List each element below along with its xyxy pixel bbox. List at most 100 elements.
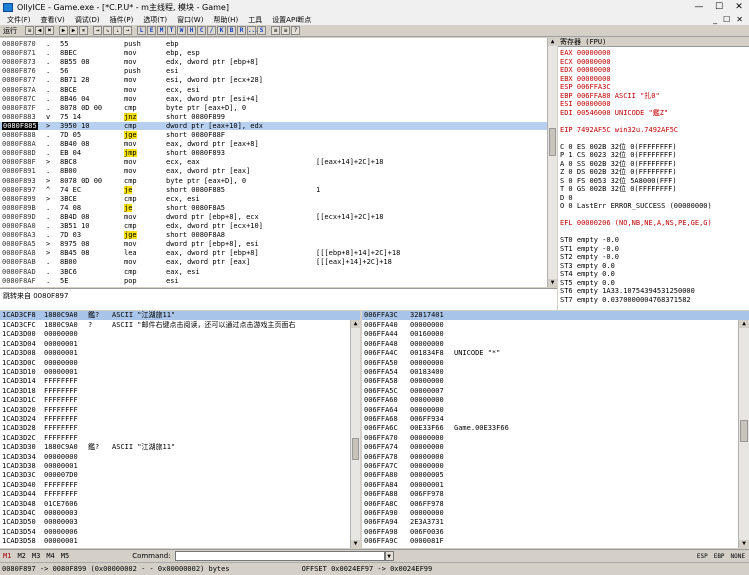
register-line[interactable]: ST7 empty 0.0370000004768371582 bbox=[560, 296, 691, 305]
register-line[interactable]: ST2 empty -0.0 bbox=[560, 253, 619, 262]
dump-row[interactable]: 1CAD3D24 FFFFFFFF bbox=[0, 415, 360, 423]
toolbar-source-button[interactable]: S bbox=[257, 26, 266, 35]
stack-scrollbar[interactable]: ▲ ▼ bbox=[738, 320, 749, 548]
toolbar-trace-into-icon[interactable]: ⇣ bbox=[113, 26, 122, 35]
memory-tab-m4[interactable]: M4 bbox=[43, 552, 57, 560]
dump-row[interactable]: 1CAD3D20 FFFFFFFF bbox=[0, 406, 360, 414]
stack-esp-button[interactable]: ESP bbox=[697, 553, 708, 560]
toolbar-breakpoints-button[interactable]: B bbox=[227, 26, 236, 35]
stack-pane[interactable]: 006FFA3C 32817401 006FFA40 00000000 006FFA… bbox=[362, 311, 749, 548]
stack-row[interactable]: 006FFA74 00000000 bbox=[362, 443, 749, 451]
toolbar-handles-button[interactable]: H bbox=[187, 26, 196, 35]
disassembly-row[interactable]: 0080F88A. 8B40 08 mov eax, dword ptr [eax+8… bbox=[0, 140, 547, 148]
dump-row[interactable]: 1CAD3CFC 1880C9A0? ASCII "邮件右键点击阅读，还可以通过点击… bbox=[0, 321, 360, 329]
dump-row[interactable]: 1CAD3D08 00000001 bbox=[0, 349, 360, 357]
mdi-close-button[interactable]: ✕ bbox=[736, 15, 743, 24]
scroll-up-icon[interactable]: ▲ bbox=[548, 38, 557, 46]
menu-api-breakpoint[interactable]: 设置API断点 bbox=[267, 15, 316, 25]
register-line[interactable]: ST3 empty 0.0 bbox=[560, 262, 615, 271]
register-line[interactable]: EFL 00000206 (NO,NB,NE,A,NS,PE,GE,G) bbox=[560, 219, 712, 228]
stack-row[interactable]: 006FFA58 00000000 bbox=[362, 377, 749, 385]
disassembly-row[interactable]: 0080F88D. EB 04 jmp short 0080F893 bbox=[0, 149, 547, 158]
toolbar-callstack-button[interactable]: K bbox=[217, 26, 226, 35]
toolbar-references-button[interactable]: R bbox=[237, 26, 246, 35]
maximize-button[interactable]: ☐ bbox=[709, 2, 729, 12]
disassembly-row[interactable]: 0080F87A. 8BCE mov ecx, esi bbox=[0, 86, 547, 94]
stack-row[interactable]: 006FFA80 00000005 bbox=[362, 471, 749, 479]
menu-debug[interactable]: 调试(D) bbox=[70, 15, 105, 25]
stack-row[interactable]: 006FFA7C 00000000 bbox=[362, 462, 749, 470]
dump-row[interactable]: 1CAD3D34 00000000 bbox=[0, 453, 360, 461]
register-line[interactable]: ECX 00000000 bbox=[560, 58, 611, 67]
mdi-minimize-button[interactable]: _ bbox=[713, 15, 717, 24]
toolbar-open-icon[interactable]: ≡ bbox=[25, 26, 34, 35]
stack-row[interactable]: 006FFA50 00000000 bbox=[362, 359, 749, 367]
stack-row[interactable]: 006FFA64 00000000 bbox=[362, 406, 749, 414]
dump-row[interactable]: 1CAD3D0C 00000000 bbox=[0, 359, 360, 367]
stack-row[interactable]: 006FFA5C 00000007 bbox=[362, 387, 749, 395]
dump-row[interactable]: 1CAD3D3C 000007D0 bbox=[0, 471, 360, 479]
stack-row[interactable]: 006FFA88 006FF978 bbox=[362, 490, 749, 498]
dump-row[interactable]: 1CAD3D00 00000000 bbox=[0, 330, 360, 338]
close-button[interactable]: ✕ bbox=[729, 2, 749, 12]
toolbar-threads-button[interactable]: T bbox=[167, 26, 176, 35]
disassembly-row[interactable]: 0080F899 >3BCE cmp ecx, esi bbox=[0, 195, 547, 203]
toolbar-modules-button[interactable]: E bbox=[147, 26, 156, 35]
register-line[interactable]: C 0 ES 002B 32位 0(FFFFFFFF) bbox=[560, 143, 677, 152]
stack-row[interactable]: 006FFA48 00000000 bbox=[362, 340, 749, 348]
register-line[interactable]: S 0 FS 0053 32位 5A8000(FFF) bbox=[560, 177, 677, 186]
dump-row[interactable]: 1CAD3D38 00000001 bbox=[0, 462, 360, 470]
toolbar-log-button[interactable]: L bbox=[137, 26, 146, 35]
dump-row[interactable]: 1CAD3D50 00000003 bbox=[0, 518, 360, 526]
disassembly-row[interactable]: 0080F877. 8B71 28 mov esi, dword ptr [ecx+2… bbox=[0, 76, 547, 84]
register-line[interactable]: ST6 empty 1A33.10754394531250000 bbox=[560, 287, 695, 296]
scroll-down-icon[interactable]: ▼ bbox=[351, 540, 360, 548]
disassembly-scrollbar[interactable]: ▲ ▼ bbox=[547, 38, 557, 287]
dump-row[interactable]: 1CAD3D14 FFFFFFFF bbox=[0, 377, 360, 385]
stack-row[interactable]: 006FFA68 006FF934 bbox=[362, 415, 749, 423]
register-line[interactable]: EIP 7492AF5C win32u.7492AF5C bbox=[560, 126, 678, 135]
register-line[interactable]: EBX 00000000 bbox=[560, 75, 611, 84]
register-line[interactable]: D 0 bbox=[560, 194, 573, 203]
register-line[interactable]: EDX 00000000 bbox=[560, 66, 611, 75]
disassembly-row[interactable]: 0080F87C. 8B46 04 mov eax, dword ptr [esi+4… bbox=[0, 95, 547, 103]
disassembly-row[interactable]: 0080F871. 8BEC mov ebp, esp bbox=[0, 49, 547, 57]
register-line[interactable]: T 0 GS 002B 32位 0(FFFFFFFF) bbox=[560, 185, 677, 194]
menu-help[interactable]: 帮助(H) bbox=[208, 15, 243, 25]
dump-row[interactable]: 1CAD3D28 FFFFFFFF bbox=[0, 424, 360, 432]
stack-row[interactable]: 006FFA84 00000001 bbox=[362, 481, 749, 489]
stack-row[interactable]: 006FFA6C 00E33F66 Game.00E33F66 bbox=[362, 424, 749, 432]
register-line[interactable]: EBP 006FFA80 ASCII "扎0" bbox=[560, 92, 660, 101]
disassembly-row[interactable]: 0080F888. 7D 05 jge short 0080F88F bbox=[0, 131, 547, 140]
disassembly-pane[interactable]: 0080F870. 55 push ebp 0080F871. 8BEC mov ebp, e… bbox=[0, 38, 547, 287]
toolbar-cpu-button[interactable]: C bbox=[197, 26, 206, 35]
command-input[interactable] bbox=[174, 551, 385, 561]
disassembly-row[interactable]: 0080F8A3. 7D 03 jge short 0080F8A8 bbox=[0, 231, 547, 240]
dump-row[interactable]: 1CAD3D1C FFFFFFFF bbox=[0, 396, 360, 404]
register-line[interactable]: EAX 00000000 bbox=[560, 49, 611, 58]
disassembly-row[interactable]: 0080F870. 55 push ebp bbox=[0, 40, 547, 48]
dump-row[interactable]: 1CAD3D30 1880C9A0 鑑? ASCII "江湖旅11" bbox=[0, 443, 360, 451]
registers-pane[interactable]: 寄存器 (FPU) EAX 00000000 ECX 00000000 EDX 00… bbox=[558, 38, 749, 310]
disassembly-row[interactable]: 0080F8A5 >8975 08 mov dword ptr [ebp+8], es… bbox=[0, 240, 547, 248]
toolbar-memory-button[interactable]: M bbox=[157, 26, 166, 35]
menu-plugins[interactable]: 插件(P) bbox=[105, 15, 139, 25]
dump-row[interactable]: 1CAD3D4C 00000003 bbox=[0, 509, 360, 517]
stack-row[interactable]: 006FFA90 00000000 bbox=[362, 509, 749, 517]
toolbar-run-icon[interactable]: ▶ bbox=[59, 26, 68, 35]
dump-row[interactable]: 1CAD3D44 FFFFFFFF bbox=[0, 490, 360, 498]
toolbar-close-icon[interactable]: ✖ bbox=[45, 26, 54, 35]
menu-file[interactable]: 文件(F) bbox=[2, 15, 36, 25]
toolbar-windows-button[interactable]: W bbox=[177, 26, 186, 35]
dump-row[interactable]: 1CAD3D18 FFFFFFFF bbox=[0, 387, 360, 395]
dump-row[interactable]: 1CAD3D48 01CE7606 bbox=[0, 500, 360, 508]
toolbar-execute-till-return-icon[interactable]: → bbox=[123, 26, 132, 35]
disassembly-row[interactable]: 0080F8A0. 3B51 10 cmp edx, dword ptr [ecx+1… bbox=[0, 222, 547, 230]
disassembly-row[interactable]: 0080F87F. 8078 0D 00 cmp byte ptr [eax+D], … bbox=[0, 104, 547, 112]
dump-row[interactable]: 1CAD3D04 00000001 bbox=[0, 340, 360, 348]
register-line[interactable]: O 0 LastErr ERROR_SUCCESS (00000000) bbox=[560, 202, 712, 211]
memory-tab-m3[interactable]: M3 bbox=[29, 552, 43, 560]
minimize-button[interactable]: — bbox=[689, 2, 709, 12]
stack-row[interactable]: 006FFA44 00160000 bbox=[362, 330, 749, 338]
scrollbar-thumb[interactable] bbox=[352, 438, 359, 460]
